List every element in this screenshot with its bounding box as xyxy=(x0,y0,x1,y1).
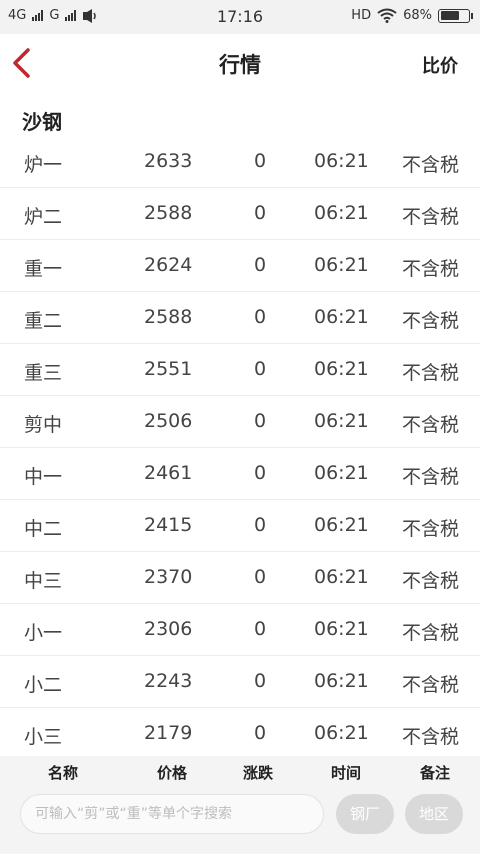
row-note: 不含税 xyxy=(402,206,460,228)
row-change: 0 xyxy=(254,462,267,484)
row-change: 0 xyxy=(254,150,267,172)
row-note: 不含税 xyxy=(402,414,460,436)
row-note: 不含税 xyxy=(402,570,460,592)
row-change: 0 xyxy=(254,358,267,380)
row-price: 2506 xyxy=(144,410,193,432)
row-name: 小二 xyxy=(24,674,63,696)
row-name: 中一 xyxy=(24,466,63,488)
row-price: 2588 xyxy=(144,202,193,224)
row-price: 2461 xyxy=(144,462,193,484)
row-note: 不含税 xyxy=(402,518,460,540)
row-note: 不含税 xyxy=(402,466,460,488)
row-price: 2415 xyxy=(144,514,193,536)
row-change: 0 xyxy=(254,410,267,432)
row-time: 06:21 xyxy=(314,358,369,380)
row-change: 0 xyxy=(254,670,267,692)
table-row[interactable]: 重一 2624 0 06:21 不含税 xyxy=(0,240,480,292)
compare-button[interactable]: 比价 xyxy=(422,52,458,78)
steel-mill-filter-button[interactable]: 钢厂 xyxy=(336,794,394,834)
column-header-change: 涨跌 xyxy=(243,764,274,782)
row-name: 中三 xyxy=(24,570,63,592)
row-price: 2306 xyxy=(144,618,193,640)
row-note: 不含税 xyxy=(402,310,460,332)
chevron-left-icon xyxy=(13,48,30,78)
row-name: 小三 xyxy=(24,726,63,748)
row-price: 2624 xyxy=(144,254,193,276)
status-right: HD 68% xyxy=(351,8,473,23)
row-time: 06:21 xyxy=(314,722,369,744)
row-price: 2370 xyxy=(144,566,193,588)
row-note: 不含税 xyxy=(402,362,460,384)
row-price: 2551 xyxy=(144,358,193,380)
table-row[interactable]: 炉二 2588 0 06:21 不含税 xyxy=(0,188,480,240)
row-name: 重二 xyxy=(24,310,63,332)
table-row[interactable]: 重二 2588 0 06:21 不含税 xyxy=(0,292,480,344)
row-note: 不含税 xyxy=(402,154,460,176)
table-row[interactable]: 剪中 2506 0 06:21 不含税 xyxy=(0,396,480,448)
region-filter-button[interactable]: 地区 xyxy=(405,794,463,834)
row-change: 0 xyxy=(254,722,267,744)
column-header-time: 时间 xyxy=(331,764,362,782)
table-row[interactable]: 小三 2179 0 06:21 不含税 xyxy=(0,708,480,756)
table-row[interactable]: 重三 2551 0 06:21 不含税 xyxy=(0,344,480,396)
row-time: 06:21 xyxy=(314,254,369,276)
battery-fill xyxy=(440,11,459,20)
table-row[interactable]: 中一 2461 0 06:21 不含税 xyxy=(0,448,480,500)
battery-icon xyxy=(438,8,473,23)
row-note: 不含税 xyxy=(402,622,460,644)
row-price: 2633 xyxy=(144,150,193,172)
search-input[interactable] xyxy=(20,794,324,834)
row-name: 中二 xyxy=(24,518,63,540)
row-note: 不含税 xyxy=(402,258,460,280)
row-time: 06:21 xyxy=(314,202,369,224)
column-headers: 名称 价格 涨跌 时间 备注 xyxy=(0,756,480,788)
row-name: 剪中 xyxy=(24,414,63,436)
row-change: 0 xyxy=(254,514,267,536)
row-time: 06:21 xyxy=(314,618,369,640)
row-time: 06:21 xyxy=(314,566,369,588)
row-change: 0 xyxy=(254,202,267,224)
back-button[interactable] xyxy=(8,46,38,80)
row-name: 炉二 xyxy=(24,206,63,228)
row-price: 2243 xyxy=(144,670,193,692)
row-change: 0 xyxy=(254,254,267,276)
table-row[interactable]: 小一 2306 0 06:21 不含税 xyxy=(0,604,480,656)
column-header-note: 备注 xyxy=(420,764,451,782)
table-row[interactable]: 炉一 2633 0 06:21 不含税 xyxy=(0,136,480,188)
row-note: 不含税 xyxy=(402,726,460,748)
table-row[interactable]: 中三 2370 0 06:21 不含税 xyxy=(0,552,480,604)
row-change: 0 xyxy=(254,618,267,640)
hd-label: HD xyxy=(351,8,372,23)
row-time: 06:21 xyxy=(314,306,369,328)
header: 行情 比价 xyxy=(0,34,480,92)
section-title: 沙钢 xyxy=(22,110,62,134)
row-note: 不含税 xyxy=(402,674,460,696)
row-time: 06:21 xyxy=(314,670,369,692)
table-row[interactable]: 中二 2415 0 06:21 不含税 xyxy=(0,500,480,552)
table-row[interactable]: 小二 2243 0 06:21 不含税 xyxy=(0,656,480,708)
row-name: 重一 xyxy=(24,258,63,280)
row-name: 重三 xyxy=(24,362,63,384)
row-time: 06:21 xyxy=(314,462,369,484)
row-name: 炉一 xyxy=(24,154,63,176)
status-bar: 4G G 17:16 HD 68% xyxy=(0,0,480,34)
row-change: 0 xyxy=(254,306,267,328)
row-price: 2588 xyxy=(144,306,193,328)
row-price: 2179 xyxy=(144,722,193,744)
bottom-panel: 名称 价格 涨跌 时间 备注 钢厂 地区 xyxy=(0,756,480,854)
row-time: 06:21 xyxy=(314,514,369,536)
battery-percent: 68% xyxy=(403,8,432,23)
column-header-name: 名称 xyxy=(48,764,79,782)
row-time: 06:21 xyxy=(314,410,369,432)
row-time: 06:21 xyxy=(314,150,369,172)
page-title: 行情 xyxy=(219,53,261,77)
column-header-price: 价格 xyxy=(157,764,188,782)
price-list[interactable]: 炉一 2633 0 06:21 不含税 炉二 2588 0 06:21 不含税 … xyxy=(0,136,480,756)
row-change: 0 xyxy=(254,566,267,588)
wifi-icon xyxy=(377,8,397,23)
row-name: 小一 xyxy=(24,622,63,644)
